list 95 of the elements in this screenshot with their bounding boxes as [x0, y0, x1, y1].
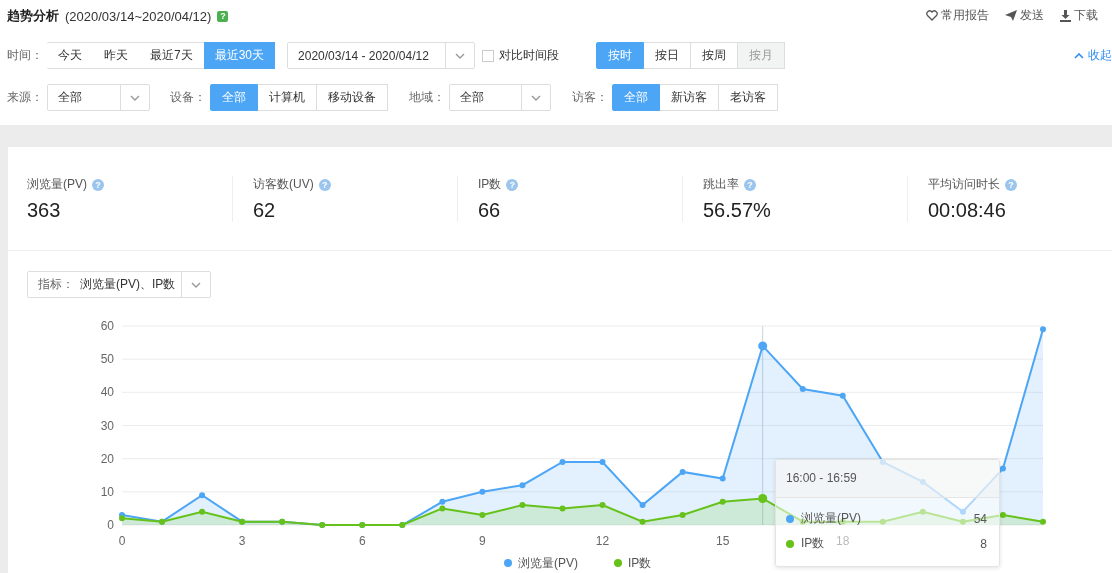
chevron-down-icon — [531, 94, 541, 101]
chevron-up-icon — [1074, 52, 1084, 59]
point — [639, 518, 646, 525]
point — [999, 465, 1006, 472]
stat-label: 跳出率 — [703, 176, 739, 193]
toolbar-link[interactable]: 发送 — [1005, 7, 1044, 24]
toolbar-link[interactable]: 常用报告 — [926, 7, 989, 24]
stat-value: 363 — [27, 199, 62, 222]
point — [999, 512, 1006, 519]
source-select[interactable]: 全部 — [47, 84, 150, 111]
point — [559, 458, 566, 465]
point — [719, 475, 726, 482]
x-tick-label: 0 — [118, 534, 126, 548]
point — [679, 468, 686, 475]
toolbar-link[interactable]: 下载 — [1060, 7, 1098, 24]
point — [799, 386, 806, 393]
filter-label: 访客： — [572, 89, 609, 106]
chevron-down-icon — [130, 94, 140, 101]
chevron-down-icon — [455, 52, 466, 59]
device-button[interactable]: 计算机 — [258, 84, 317, 111]
stat-label: 访客数(UV) — [253, 176, 314, 193]
granularity-button[interactable]: 按日 — [644, 42, 692, 69]
date-range-text: (2020/03/14~2020/04/12) — [65, 8, 212, 24]
filter-label: 时间： — [7, 47, 44, 64]
chevron-down-icon — [191, 281, 202, 288]
point — [639, 502, 646, 509]
point — [599, 502, 606, 509]
y-tick-label: 0 — [107, 518, 114, 532]
visitor-button[interactable]: 新访客 — [660, 84, 719, 111]
checkbox-label: 对比时间段 — [499, 47, 560, 64]
tooltip-title: 16:00 - 16:59 — [776, 460, 999, 498]
y-tick-label: 20 — [100, 451, 114, 466]
stat-value: 56.57% — [703, 199, 772, 222]
paper-plane-icon — [1005, 10, 1017, 21]
x-tick-label: 9 — [479, 534, 486, 548]
point — [559, 505, 566, 512]
tooltip-series-name: IP数 — [801, 535, 825, 552]
x-tick-label: 15 — [715, 534, 730, 548]
point — [199, 492, 206, 499]
legend-dot — [614, 559, 622, 567]
device-button[interactable]: 移动设备 — [317, 84, 388, 111]
point — [479, 512, 486, 519]
stat-label: 浏览量(PV) — [27, 176, 87, 193]
point — [719, 498, 726, 505]
point — [919, 508, 926, 515]
point — [519, 482, 526, 489]
stat-value: 00:08:46 — [928, 199, 1007, 222]
stat-value: 66 — [478, 199, 502, 222]
time-preset-button[interactable]: 今天 — [47, 42, 93, 69]
point — [439, 505, 446, 512]
legend-label[interactable]: 浏览量(PV) — [518, 556, 578, 570]
stat-value: 62 — [253, 199, 277, 222]
compare-checkbox[interactable] — [482, 49, 495, 62]
region-select[interactable]: 全部 — [449, 84, 551, 111]
legend-dot — [504, 559, 512, 567]
x-tick-label: 3 — [238, 534, 246, 548]
download-icon — [1060, 9, 1071, 22]
date-range-picker[interactable]: 2020/03/14 - 2020/04/12 — [287, 42, 476, 69]
legend-label[interactable]: IP数 — [628, 556, 652, 570]
filter-label: 来源： — [7, 89, 44, 106]
y-tick-label: 60 — [100, 319, 114, 333]
point — [1040, 518, 1046, 525]
x-tick-label: 6 — [358, 534, 366, 548]
stat-label: IP数 — [478, 176, 502, 193]
filter-label: 设备： — [170, 89, 207, 106]
visitor-button[interactable]: 老访客 — [719, 84, 778, 111]
metric-select[interactable]: 指标： 浏览量(PV)、IP数 — [27, 271, 212, 298]
point — [599, 458, 606, 465]
page-title: 趋势分析 — [7, 7, 59, 25]
y-tick-label: 30 — [100, 418, 114, 433]
point — [959, 508, 966, 515]
point — [879, 518, 886, 525]
y-tick-label: 40 — [100, 385, 114, 400]
point — [959, 518, 966, 525]
point — [679, 512, 686, 519]
x-tick-label: 12 — [595, 534, 610, 548]
point — [919, 478, 926, 485]
heart-icon — [926, 10, 938, 21]
tooltip-value: 8 — [980, 536, 987, 551]
tooltip-value: 54 — [973, 511, 987, 526]
granularity-button[interactable]: 按周 — [691, 42, 739, 69]
time-preset-button[interactable]: 昨天 — [93, 42, 139, 69]
stat-label: 平均访问时长 — [928, 176, 1000, 193]
filter-label: 地域： — [409, 89, 446, 106]
time-preset-button[interactable]: 最近7天 — [139, 42, 204, 69]
point — [439, 498, 446, 505]
x-tick-label: 18 — [836, 534, 850, 548]
point — [1040, 326, 1046, 333]
y-tick-label: 10 — [100, 484, 114, 499]
point — [199, 508, 206, 515]
point — [839, 392, 846, 399]
point — [519, 502, 526, 509]
collapse-link[interactable]: 收起 — [1074, 47, 1112, 64]
point — [479, 488, 486, 495]
y-tick-label: 50 — [100, 352, 114, 367]
